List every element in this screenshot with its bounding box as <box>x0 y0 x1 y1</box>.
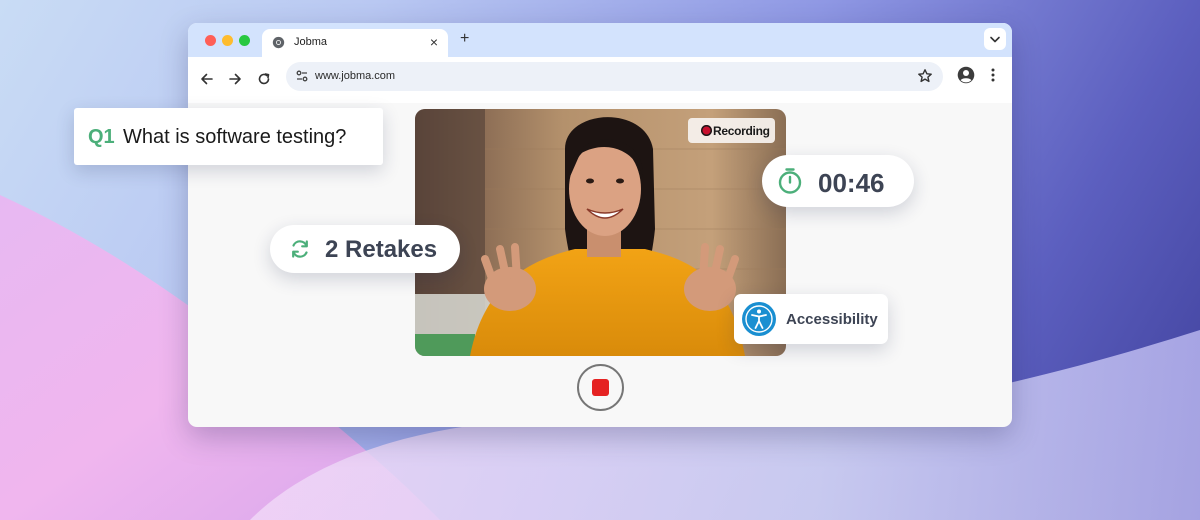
recording-label: Recording <box>713 124 770 138</box>
profile-avatar-icon[interactable] <box>957 66 975 84</box>
stop-icon <box>592 379 609 396</box>
candidate-video-image <box>415 109 786 356</box>
back-arrow-icon[interactable] <box>199 71 215 87</box>
tab-title: Jobma <box>294 36 328 48</box>
close-window-button[interactable] <box>205 35 216 46</box>
address-bar[interactable]: www.jobma.com <box>286 62 943 91</box>
maximize-window-button[interactable] <box>239 35 250 46</box>
question-text: What is software testing? <box>123 126 347 148</box>
reload-icon[interactable] <box>256 71 272 87</box>
question-card: Q1 What is software testing? <box>74 108 383 165</box>
timer-value: 00:46 <box>818 168 885 198</box>
accessibility-person-icon <box>742 302 776 336</box>
chrome-icon <box>272 36 285 49</box>
stop-recording-button[interactable] <box>577 364 624 411</box>
tab-bar: Jobma × + <box>188 23 1012 57</box>
retakes-badge: 2 Retakes <box>270 225 460 273</box>
forward-arrow-icon[interactable] <box>227 71 243 87</box>
tab-close-button[interactable]: × <box>430 34 438 50</box>
refresh-arrows-icon <box>292 240 308 258</box>
chevron-down-icon <box>990 36 1000 43</box>
accessibility-button[interactable]: Accessibility <box>734 294 888 344</box>
accessibility-label: Accessibility <box>786 311 878 328</box>
bookmark-star-icon[interactable] <box>917 68 933 84</box>
recording-indicator: Recording <box>688 118 775 143</box>
url-text: www.jobma.com <box>315 70 396 82</box>
candidate-video-feed <box>415 109 786 356</box>
tab-jobma[interactable]: Jobma × <box>262 29 448 57</box>
timer-badge: 00:46 <box>762 155 914 207</box>
question-number: Q1 <box>88 126 115 148</box>
tab-search-button[interactable] <box>984 28 1006 50</box>
recording-dot-icon <box>701 125 712 136</box>
new-tab-button[interactable]: + <box>460 29 469 49</box>
retakes-count: 2 Retakes <box>325 236 438 263</box>
minimize-window-button[interactable] <box>222 35 233 46</box>
stopwatch-icon <box>778 168 802 194</box>
browser-toolbar: www.jobma.com <box>188 57 1012 103</box>
site-settings-icon[interactable] <box>295 69 309 83</box>
more-menu-icon[interactable] <box>985 67 1001 83</box>
